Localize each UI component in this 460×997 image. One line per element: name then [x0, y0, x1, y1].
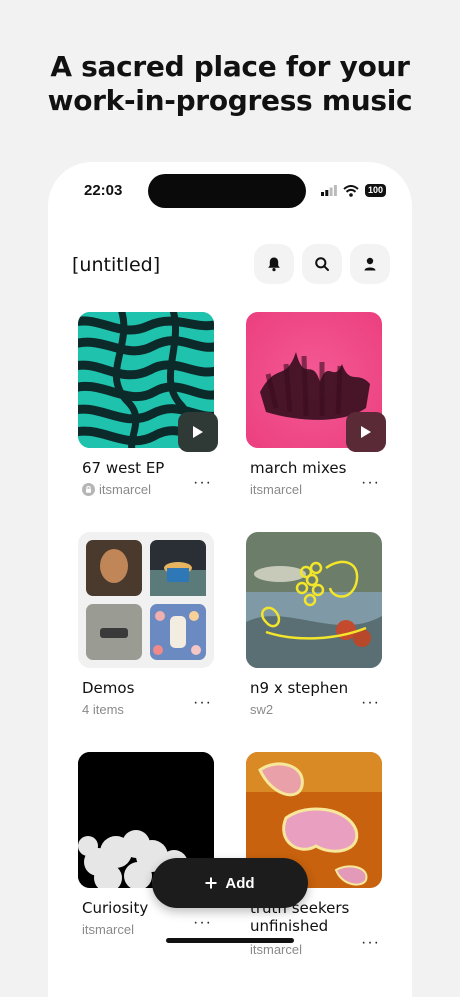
folder-preview	[78, 532, 214, 668]
project-title-line-2: unfinished	[250, 917, 329, 935]
phone-screen: 22:03 100 [untitled] 67 west EP itsmarce…	[48, 162, 412, 997]
app-header: [untitled]	[48, 244, 412, 286]
notifications-button[interactable]	[254, 244, 294, 284]
profile-icon	[364, 257, 376, 271]
more-options-button[interactable]: ···	[193, 474, 212, 492]
battery-icon: 100	[364, 184, 386, 197]
headline-line-1: A sacred place for your	[50, 50, 410, 83]
headline-line-2: work-in-progress music	[47, 84, 413, 117]
project-subtitle: itsmarcel	[250, 942, 303, 957]
project-owner: sw2	[250, 702, 273, 717]
project-owner: itsmarcel	[250, 482, 302, 497]
project-subtitle: itsmarcel	[82, 922, 135, 937]
more-options-button[interactable]: ···	[361, 694, 380, 712]
project-owner: itsmarcel	[250, 942, 302, 957]
more-options-button[interactable]: ···	[193, 694, 212, 712]
project-title: 67 west EP	[82, 459, 165, 477]
dynamic-island	[148, 174, 306, 208]
search-icon	[315, 257, 329, 271]
project-owner: itsmarcel	[82, 922, 134, 937]
app-title: [untitled]	[72, 254, 161, 276]
project-title: march mixes	[250, 459, 347, 477]
folder-title: Demos	[82, 679, 135, 697]
signal-icon	[320, 185, 337, 196]
more-options-button[interactable]: ···	[361, 474, 380, 492]
search-button[interactable]	[302, 244, 342, 284]
add-button-label: Add	[225, 874, 255, 892]
add-button[interactable]: Add	[152, 858, 308, 908]
plus-icon	[205, 877, 217, 889]
project-subtitle: itsmarcel	[250, 482, 303, 497]
status-bar: 22:03 100	[48, 162, 412, 218]
profile-button[interactable]	[350, 244, 390, 284]
status-icons: 100	[320, 184, 386, 197]
project-subtitle: 4 items	[82, 702, 124, 717]
project-title: Curiosity	[82, 899, 149, 917]
project-subtitle: sw2	[250, 702, 274, 717]
marketing-headline: A sacred place for your work-in-progress…	[0, 50, 460, 118]
bell-icon	[268, 257, 280, 272]
play-button[interactable]	[346, 412, 386, 452]
more-options-button[interactable]: ···	[361, 934, 380, 952]
folder-item-count: 4 items	[82, 702, 124, 717]
still-life-artwork	[246, 532, 382, 668]
play-button[interactable]	[178, 412, 218, 452]
project-owner: itsmarcel	[82, 482, 151, 497]
project-artwork	[246, 532, 382, 668]
more-options-button[interactable]: ···	[193, 914, 212, 932]
wifi-icon	[343, 184, 359, 197]
lock-icon	[82, 483, 95, 496]
play-icon	[193, 426, 203, 438]
play-icon	[361, 426, 371, 438]
folder-mosaic	[86, 540, 206, 660]
project-subtitle: itsmarcel	[99, 482, 152, 497]
status-time: 22:03	[84, 182, 123, 199]
home-indicator[interactable]	[166, 938, 294, 943]
project-title: n9 x stephen	[250, 679, 349, 697]
